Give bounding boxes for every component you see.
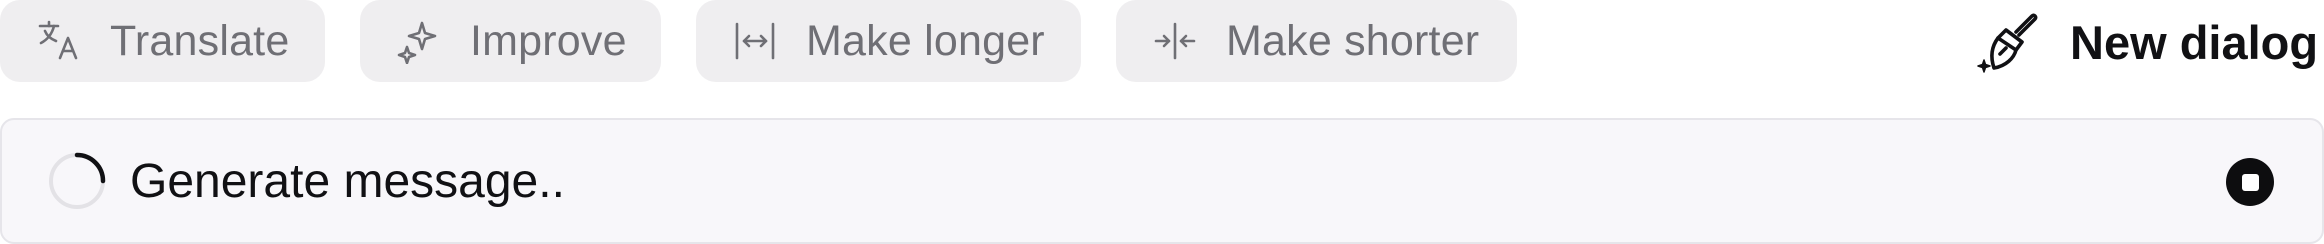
improve-label: Improve: [470, 16, 627, 65]
broom-icon: [1972, 6, 2044, 78]
sparkle-icon: [396, 18, 442, 64]
generation-status-bar: Generate message..: [0, 118, 2324, 244]
stop-icon: [2241, 173, 2259, 191]
new-dialog-button[interactable]: New dialog: [1972, 8, 2318, 76]
make-shorter-button[interactable]: Make shorter: [1116, 0, 1517, 82]
translate-button[interactable]: Translate: [0, 0, 325, 82]
translate-label: Translate: [110, 16, 290, 65]
improve-button[interactable]: Improve: [360, 0, 661, 82]
make-shorter-label: Make shorter: [1226, 16, 1480, 65]
stop-generation-button[interactable]: [2226, 158, 2274, 206]
collapse-horizontal-icon: [1152, 18, 1198, 64]
make-longer-button[interactable]: Make longer: [696, 0, 1081, 82]
loading-spinner-icon: [48, 152, 106, 210]
make-longer-label: Make longer: [806, 16, 1045, 65]
translate-icon: [36, 18, 82, 64]
generation-status-text: Generate message..: [130, 154, 565, 208]
ai-actions-toolbar: Translate Improve Make longer Make short…: [0, 0, 2324, 84]
expand-horizontal-icon: [732, 18, 778, 64]
new-dialog-label: New dialog: [2070, 15, 2319, 69]
